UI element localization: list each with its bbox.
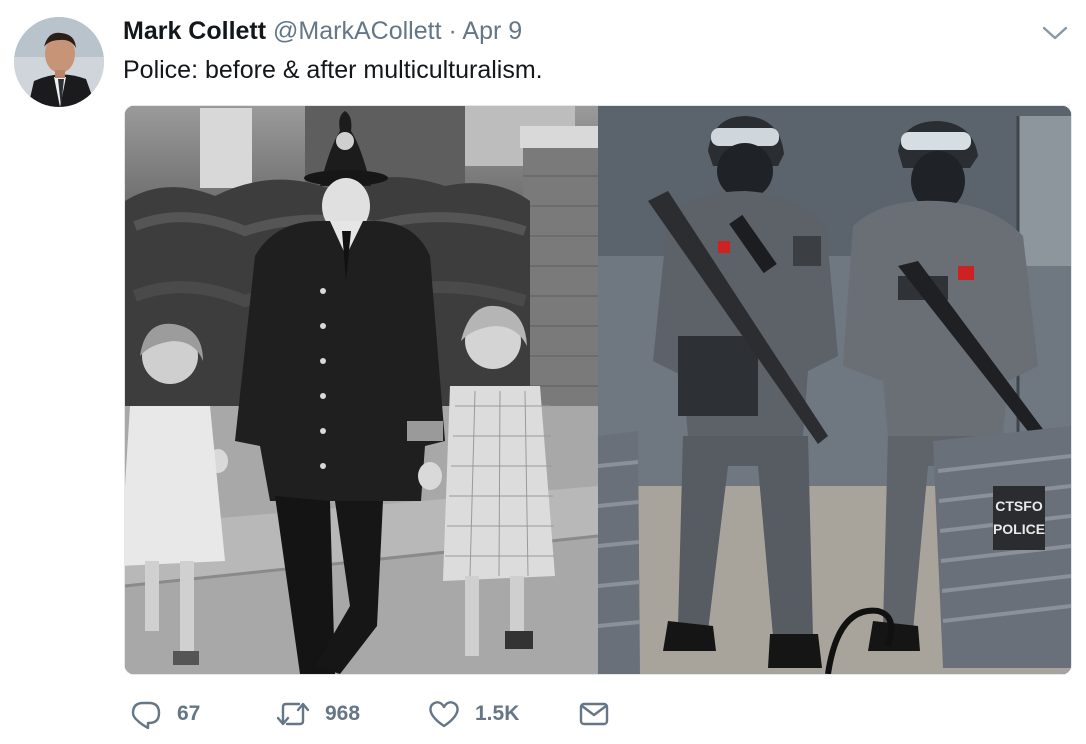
- like-count: 1.5K: [475, 702, 520, 725]
- chevron-down-icon: [1042, 26, 1068, 40]
- reply-count: 67: [177, 702, 201, 725]
- tweet-header: Mark Collett @MarkACollett · Apr 9: [123, 15, 522, 47]
- tweet-media[interactable]: CTSFO POLICE: [124, 105, 1072, 675]
- shield-label-line1: CTSFO: [995, 498, 1043, 514]
- heart-icon: [429, 701, 459, 728]
- photo-policeman-with-children[interactable]: [125, 106, 598, 674]
- envelope-icon: [579, 702, 609, 726]
- retweet-icon: [276, 702, 310, 726]
- direct-message-button[interactable]: [577, 694, 611, 734]
- retweet-button[interactable]: 968: [275, 694, 360, 734]
- avatar[interactable]: [14, 17, 104, 107]
- header-separator: ·: [448, 17, 457, 45]
- shield-label-line2: POLICE: [993, 521, 1045, 537]
- avatar-image: [14, 17, 104, 107]
- author-handle[interactable]: @MarkACollett: [273, 17, 441, 45]
- author-name[interactable]: Mark Collett: [123, 17, 266, 45]
- tweet-text: Police: before & after multiculturalism.: [123, 56, 543, 84]
- photo-armed-police[interactable]: CTSFO POLICE: [598, 106, 1071, 674]
- more-options-caret[interactable]: [1040, 22, 1070, 44]
- tweet-actions: 67 968 1.5K: [125, 694, 825, 734]
- reply-icon: [131, 701, 161, 730]
- retweet-count: 968: [325, 702, 361, 725]
- reply-button[interactable]: 67: [129, 694, 200, 734]
- tweet-date[interactable]: Apr 9: [462, 17, 522, 45]
- like-button[interactable]: 1.5K: [427, 694, 519, 734]
